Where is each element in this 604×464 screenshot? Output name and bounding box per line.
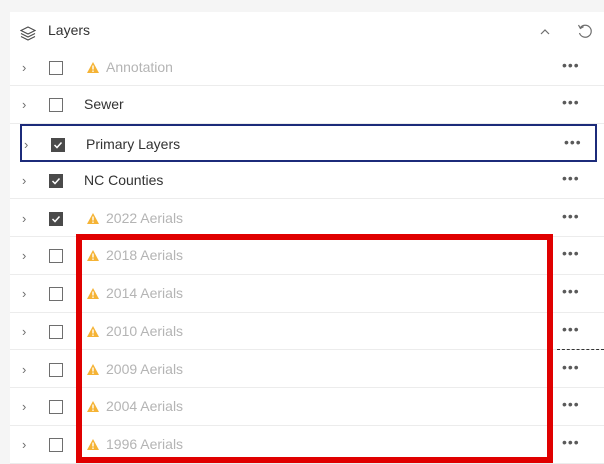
layer-label: NC Counties [84, 171, 164, 188]
layer-label: 2014 Aerials [106, 285, 184, 301]
layer-label: 2022 Aerials [106, 209, 184, 226]
more-options-icon[interactable]: ••• [562, 359, 584, 377]
layer-label: 2004 Aerials [106, 398, 184, 415]
warning-icon [87, 288, 99, 299]
layer-visibility-checkbox[interactable] [49, 98, 63, 113]
layer-visibility-checkbox[interactable] [49, 400, 63, 415]
checkmark-icon [51, 215, 61, 223]
layer-visibility-checkbox[interactable] [49, 438, 63, 452]
layer-row[interactable]: › Primary Layers ••• [20, 124, 597, 162]
chevron-right-icon[interactable]: › [22, 362, 34, 377]
more-options-icon[interactable]: ••• [562, 396, 584, 414]
layer-row[interactable]: › 2018 Aerials ••• [10, 237, 604, 275]
chevron-right-icon[interactable]: › [22, 173, 34, 188]
warning-icon [87, 325, 99, 337]
more-options-icon[interactable]: ••• [562, 208, 584, 226]
layer-row[interactable]: › 1996 Aerials ••• [10, 426, 604, 464]
layer-label: 1996 Aerials [106, 436, 184, 452]
chevron-right-icon[interactable]: › [22, 324, 34, 339]
more-options-icon[interactable]: ••• [562, 170, 584, 188]
chevron-right-icon[interactable]: › [22, 60, 34, 75]
panel-header: Layers [10, 12, 604, 50]
layers-icon [20, 26, 36, 41]
warning-icon [87, 439, 99, 450]
layer-row[interactable]: › 2022 Aerials ••• [10, 200, 604, 238]
chevron-right-icon[interactable]: › [22, 98, 34, 112]
layer-visibility-checkbox[interactable] [49, 173, 63, 188]
chevron-right-icon[interactable]: › [22, 287, 34, 301]
more-options-icon[interactable]: ••• [562, 57, 584, 75]
chevron-right-icon[interactable]: › [22, 249, 34, 263]
warning-icon [87, 363, 99, 375]
warning-icon [87, 401, 99, 413]
layer-label: 2010 Aerials [106, 322, 184, 339]
more-options-icon[interactable]: ••• [562, 321, 584, 339]
layer-label: 2009 Aerials [106, 360, 184, 377]
more-options-icon[interactable]: ••• [562, 94, 584, 112]
layer-row[interactable]: › Sewer ••• [10, 86, 604, 124]
checkmark-icon [51, 177, 61, 185]
layer-visibility-checkbox[interactable] [49, 287, 63, 301]
layer-visibility-checkbox[interactable] [49, 60, 63, 75]
layer-visibility-checkbox[interactable] [49, 362, 63, 377]
layer-label: Sewer [84, 96, 124, 113]
layer-row[interactable]: › 2014 Aerials ••• [10, 275, 604, 313]
chevron-right-icon[interactable]: › [22, 211, 34, 226]
layer-row[interactable]: › NC Counties ••• [10, 162, 604, 200]
warning-icon [87, 250, 99, 262]
layer-label: 2018 Aerials [106, 247, 184, 264]
layer-row[interactable]: › 2009 Aerials ••• [10, 351, 604, 389]
layers-panel: Layers › Annotation ••• › Sewer ••• › Primary L… [10, 12, 604, 464]
more-options-icon[interactable]: ••• [564, 134, 586, 152]
layer-label: Primary Layers [86, 136, 181, 152]
chevron-right-icon[interactable]: › [24, 138, 36, 152]
checkmark-icon [53, 141, 63, 149]
layer-row[interactable]: › 2004 Aerials ••• [10, 388, 604, 426]
layer-visibility-checkbox[interactable] [49, 249, 63, 264]
chevron-up-icon[interactable] [539, 26, 551, 38]
more-options-icon[interactable]: ••• [562, 283, 584, 301]
warning-icon [87, 61, 99, 73]
layer-row[interactable]: › Annotation ••• [10, 49, 604, 87]
layer-label: Annotation [106, 58, 173, 75]
dashed-connector-line [557, 349, 604, 350]
reset-icon[interactable] [576, 22, 594, 40]
layer-visibility-checkbox[interactable] [49, 211, 63, 226]
layer-visibility-checkbox[interactable] [49, 324, 63, 339]
warning-icon [87, 212, 99, 224]
more-options-icon[interactable]: ••• [562, 245, 584, 263]
chevron-right-icon[interactable]: › [22, 400, 34, 414]
panel-title: Layers [48, 22, 91, 38]
chevron-right-icon[interactable]: › [22, 438, 34, 452]
more-options-icon[interactable]: ••• [562, 434, 584, 452]
layer-row[interactable]: › 2010 Aerials ••• [10, 313, 604, 351]
layer-visibility-checkbox[interactable] [51, 138, 65, 152]
